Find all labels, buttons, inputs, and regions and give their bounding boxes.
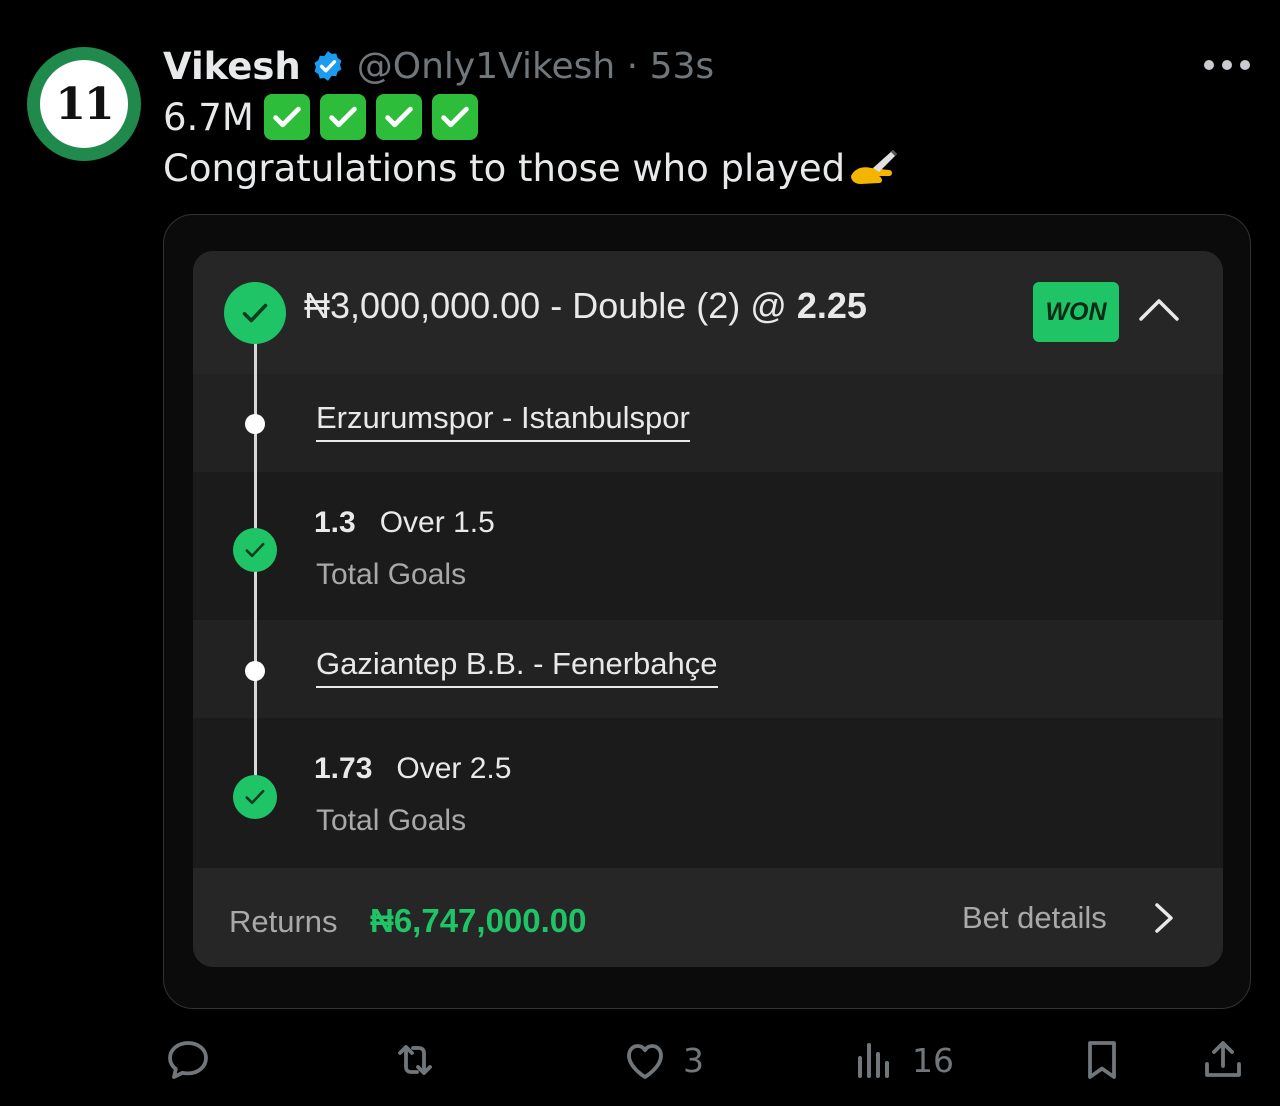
selection-pick: Over 1.5 (379, 506, 495, 539)
bet-slip-title: ₦3,000,000.00 - Double (2) @ 2.25 (304, 285, 867, 327)
selection-row: 1.73 Over 2.5 Total Goals (193, 718, 1223, 868)
selection-market: Total Goals (316, 804, 467, 837)
check-mark-button-emoji-icon (319, 94, 366, 140)
selection-market: Total Goals (316, 558, 467, 591)
heart-icon (627, 1044, 663, 1079)
analytics-icon (858, 1043, 889, 1078)
share-button[interactable] (1199, 1030, 1247, 1090)
avatar-label: 11 (40, 60, 128, 148)
repost-icon (398, 1045, 432, 1075)
reply-button[interactable] (164, 1030, 226, 1090)
selection-row: 1.3 Over 1.5 Total Goals (193, 472, 1223, 620)
selection-odds: 1.3 (314, 506, 356, 539)
check-mark-button-emoji-icon (431, 94, 478, 140)
like-button[interactable]: 3 (621, 1030, 704, 1090)
post-actions-bar: 3 16 (0, 1030, 1280, 1090)
check-mark-button-emoji-icon (263, 94, 310, 140)
bet-stake-and-type: ₦3,000,000.00 - Double (2) @ (304, 285, 797, 326)
match-row: Erzurumspor - Istanbulspor (193, 374, 1223, 472)
post-text-amount: 6.7M (163, 95, 254, 139)
selection-odds: 1.73 (314, 752, 373, 785)
more-options-icon[interactable] (1204, 58, 1250, 72)
bet-slip-header[interactable]: ₦3,000,000.00 - Double (2) @ 2.25 WON (193, 251, 1223, 374)
post-header: Vikesh @Only1Vikesh · 53s (163, 40, 714, 92)
match-name[interactable]: Erzurumspor - Istanbulspor (316, 400, 690, 442)
author-name[interactable]: Vikesh (163, 45, 301, 88)
post-text-congrats: Congratulations to those who played (163, 146, 846, 190)
match-dot-icon (245, 414, 265, 434)
check-mark-button-emoji-icon (375, 94, 422, 140)
post-text-line-2: Congratulations to those who played (163, 142, 899, 194)
match-row: Gaziantep B.B. - Fenerbahçe (193, 620, 1223, 718)
bet-details-link[interactable]: Bet details (962, 900, 1107, 936)
like-count: 3 (683, 1040, 704, 1080)
share-icon (1205, 1041, 1241, 1077)
match-dot-icon (245, 661, 265, 681)
selection-won-check-icon (233, 775, 277, 819)
author-handle-and-time[interactable]: @Only1Vikesh · 53s (357, 46, 714, 87)
bet-total-odds: 2.25 (796, 285, 867, 326)
selection-line: 1.3 Over 1.5 (314, 506, 495, 540)
views-count: 16 (912, 1040, 954, 1080)
avatar[interactable]: 11 (27, 47, 141, 161)
chevron-right-icon[interactable] (1153, 901, 1175, 935)
status-badge: WON (1033, 282, 1119, 342)
reply-icon (168, 1041, 208, 1079)
views-button[interactable]: 16 (850, 1030, 954, 1090)
bookmark-icon (1088, 1041, 1116, 1079)
match-name[interactable]: Gaziantep B.B. - Fenerbahçe (316, 646, 718, 688)
writing-hand-emoji-icon (851, 150, 898, 184)
returns-value: ₦6,747,000.00 (370, 902, 587, 939)
bet-won-check-icon (224, 282, 286, 344)
chevron-up-icon[interactable] (1137, 295, 1181, 325)
selection-won-check-icon (233, 528, 277, 572)
verified-badge-icon (314, 51, 342, 81)
bet-slip-footer: Returns ₦6,747,000.00 Bet details (193, 868, 1223, 967)
bet-slip: ₦3,000,000.00 - Double (2) @ 2.25 WON Er… (193, 251, 1223, 967)
selection-pick: Over 2.5 (396, 752, 512, 785)
selection-line: 1.73 Over 2.5 (314, 752, 511, 786)
post-text-line-1: 6.7M (163, 92, 478, 142)
repost-button[interactable] (391, 1030, 453, 1090)
bookmark-button[interactable] (1078, 1030, 1126, 1090)
returns-label: Returns (229, 904, 338, 939)
